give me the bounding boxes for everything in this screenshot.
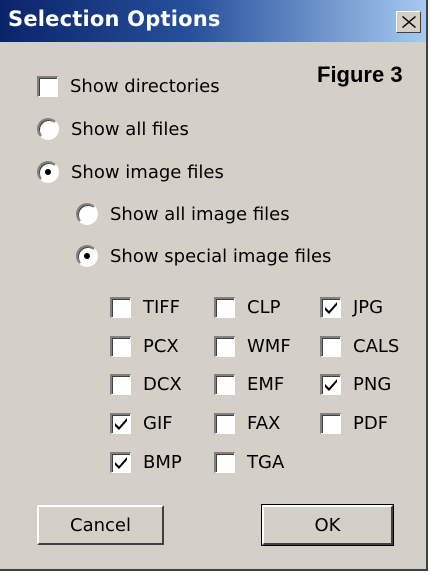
png-checkbox[interactable] [320, 374, 341, 395]
cals-label: CALS [353, 336, 400, 357]
format-option-cals[interactable]: CALS [320, 336, 399, 357]
dcx-checkbox[interactable] [110, 374, 131, 395]
jpg-checkbox[interactable] [320, 297, 341, 318]
format-option-emf[interactable]: EMF [214, 374, 284, 395]
fax-checkbox[interactable] [214, 413, 235, 434]
radio-selected-dot [84, 253, 90, 259]
close-icon [402, 16, 416, 28]
fax-label: FAX [247, 413, 281, 434]
format-option-gif[interactable]: GIF [110, 413, 173, 434]
wmf-checkbox[interactable] [214, 336, 235, 357]
figure-label: Figure 3 [317, 62, 403, 87]
show-all-files-radio[interactable] [37, 118, 59, 140]
tga-label: TGA [247, 452, 285, 473]
format-option-bmp[interactable]: BMP [110, 452, 182, 473]
title-bar[interactable]: Selection Options [0, 0, 426, 42]
gif-checkbox[interactable] [110, 413, 131, 434]
format-option-dcx[interactable]: DCX [110, 374, 182, 395]
selection-options-dialog: Selection Options Figure 3 Show director… [0, 0, 428, 571]
dcx-label: DCX [143, 374, 182, 395]
radio-selected-dot [45, 169, 51, 175]
pdf-label: PDF [353, 413, 389, 434]
tiff-checkbox[interactable] [110, 297, 131, 318]
ok-button[interactable]: OK [261, 504, 394, 546]
show-image-files-option[interactable]: Show image files [37, 161, 224, 183]
close-button[interactable] [396, 11, 421, 33]
clp-checkbox[interactable] [214, 297, 235, 318]
show-all-files-label: Show all files [71, 118, 189, 140]
pcx-label: PCX [143, 336, 179, 357]
format-option-jpg[interactable]: JPG [320, 297, 383, 318]
png-label: PNG [353, 374, 392, 395]
jpg-label: JPG [353, 297, 384, 318]
gif-label: GIF [143, 413, 173, 434]
show-all-files-option[interactable]: Show all files [37, 118, 189, 140]
show-directories-label: Show directories [70, 76, 220, 97]
emf-label: EMF [247, 374, 285, 395]
format-option-pcx[interactable]: PCX [110, 336, 179, 357]
format-option-tga[interactable]: TGA [214, 452, 284, 473]
show-all-image-files-option[interactable]: Show all image files [76, 203, 290, 225]
show-image-files-radio[interactable] [37, 161, 59, 183]
cals-checkbox[interactable] [320, 336, 341, 357]
dialog-title: Selection Options [8, 7, 221, 31]
show-image-files-label: Show image files [71, 161, 224, 183]
show-special-image-files-option[interactable]: Show special image files [76, 245, 331, 267]
emf-checkbox[interactable] [214, 374, 235, 395]
show-all-image-files-radio[interactable] [76, 203, 98, 225]
checkmark-icon [115, 418, 127, 430]
show-all-image-files-label: Show all image files [110, 203, 290, 225]
format-option-wmf[interactable]: WMF [214, 336, 291, 357]
show-special-image-files-label: Show special image files [110, 245, 332, 267]
bmp-checkbox[interactable] [110, 452, 131, 473]
format-option-clp[interactable]: CLP [214, 297, 280, 318]
checkmark-icon [325, 302, 337, 314]
format-option-tiff[interactable]: TIFF [110, 297, 180, 318]
cancel-button[interactable]: Cancel [37, 505, 164, 545]
pdf-checkbox[interactable] [320, 413, 341, 434]
show-directories-checkbox[interactable] [37, 76, 58, 97]
clp-label: CLP [247, 297, 281, 318]
show-special-image-files-radio[interactable] [76, 245, 98, 267]
format-option-png[interactable]: PNG [320, 374, 391, 395]
tga-checkbox[interactable] [214, 452, 235, 473]
checkmark-icon [115, 457, 127, 469]
bmp-label: BMP [143, 452, 182, 473]
format-option-pdf[interactable]: PDF [320, 413, 388, 434]
tiff-label: TIFF [143, 297, 181, 318]
format-option-fax[interactable]: FAX [214, 413, 280, 434]
wmf-label: WMF [247, 336, 291, 357]
show-directories-option[interactable]: Show directories [37, 76, 220, 97]
checkmark-icon [325, 379, 337, 391]
pcx-checkbox[interactable] [110, 336, 131, 357]
